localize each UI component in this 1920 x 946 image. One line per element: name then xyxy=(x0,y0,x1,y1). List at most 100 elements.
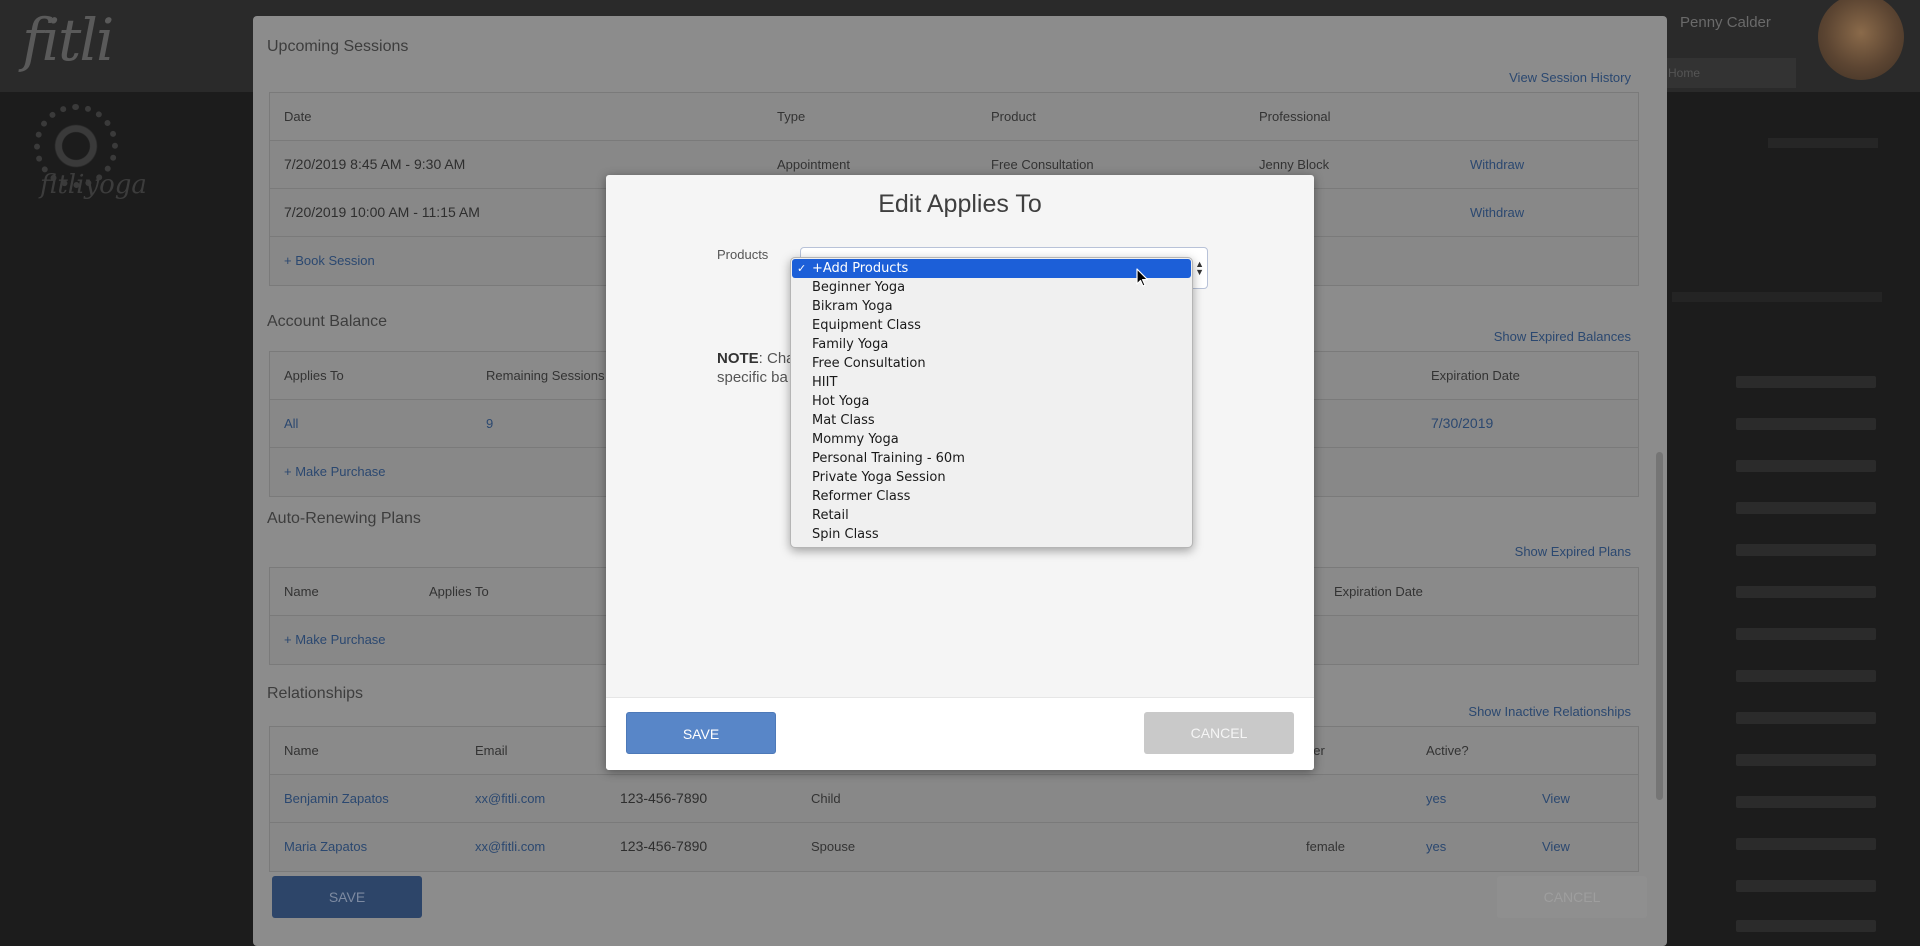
relation-phone: 123-456-7890 xyxy=(620,790,708,806)
column-header-applies-to[interactable]: Applies To xyxy=(284,368,344,383)
relation-type: Spouse xyxy=(811,839,856,854)
relation-view-link[interactable]: View xyxy=(1542,791,1570,806)
history-row[interactable] xyxy=(1736,586,1876,598)
history-row[interactable] xyxy=(1736,502,1876,514)
nav-tab-label: Home xyxy=(1668,66,1701,80)
sidebar-link[interactable] xyxy=(1768,138,1878,148)
select-arrows-icon: ▲ ▼ xyxy=(1195,259,1204,277)
dropdown-option[interactable]: Bikram Yoga xyxy=(792,297,1191,316)
history-row[interactable] xyxy=(1736,880,1876,892)
table-row: Maria Zapatos xx@fitli.com 123-456-7890 … xyxy=(270,823,1638,871)
column-header-date[interactable]: Date xyxy=(284,109,311,124)
column-header-type[interactable]: Type xyxy=(777,109,805,124)
dropdown-option[interactable]: Family Yoga xyxy=(792,335,1191,354)
products-dropdown-list[interactable]: ✓ +Add Products Beginner Yoga Bikram Yoga… xyxy=(790,257,1193,548)
table-row: Benjamin Zapatos xx@fitli.com 123-456-78… xyxy=(270,775,1638,823)
dropdown-option-add-products[interactable]: ✓ +Add Products xyxy=(792,259,1191,278)
note-label: NOTE xyxy=(717,350,759,367)
book-session-link[interactable]: + Book Session xyxy=(284,253,375,268)
history-row[interactable] xyxy=(1736,628,1876,640)
dropdown-option[interactable]: Free Consultation xyxy=(792,354,1191,373)
make-purchase-link[interactable]: + Make Purchase xyxy=(284,464,386,479)
remaining-sessions[interactable]: 9 xyxy=(486,416,493,431)
column-header-applies-to[interactable]: Applies To xyxy=(429,584,489,599)
studio-name: fitliyoga xyxy=(40,170,147,200)
relation-gender: female xyxy=(1306,839,1346,854)
make-purchase-link[interactable]: + Make Purchase xyxy=(284,632,386,647)
panel-save-button[interactable]: SAVE xyxy=(272,876,422,918)
relation-name-link[interactable]: Benjamin Zapatos xyxy=(284,791,389,806)
dropdown-option[interactable]: Spin Class xyxy=(792,525,1191,544)
panel-cancel-button[interactable]: CANCEL xyxy=(1497,876,1647,918)
relation-type: Child xyxy=(811,791,841,806)
dropdown-option[interactable]: Mat Class xyxy=(792,411,1191,430)
panel-scrollbar[interactable] xyxy=(1656,452,1663,800)
section-title-plans: Auto-Renewing Plans xyxy=(267,510,421,527)
app-logo[interactable]: fitli xyxy=(22,6,114,74)
history-row[interactable] xyxy=(1736,418,1876,430)
withdraw-link[interactable]: Withdraw xyxy=(1470,157,1524,172)
withdraw-link[interactable]: Withdraw xyxy=(1470,205,1524,220)
section-title-balance: Account Balance xyxy=(267,313,388,330)
dropdown-option[interactable]: Retail xyxy=(792,506,1191,525)
view-session-history-link[interactable]: View Session History xyxy=(1509,70,1631,85)
relation-phone: 123-456-7890 xyxy=(620,838,708,854)
show-expired-plans-link[interactable]: Show Expired Plans xyxy=(1515,544,1631,559)
applies-to-link[interactable]: All xyxy=(284,416,298,431)
show-inactive-relationships-link[interactable]: Show Inactive Relationships xyxy=(1468,704,1631,719)
history-row[interactable] xyxy=(1736,544,1876,556)
dropdown-option[interactable]: Hot Yoga xyxy=(792,392,1191,411)
relation-email-link[interactable]: xx@fitli.com xyxy=(475,791,545,806)
history-row[interactable] xyxy=(1736,670,1876,682)
session-product: Free Consultation xyxy=(991,157,1094,172)
session-date: 7/20/2019 10:00 AM - 11:15 AM xyxy=(284,204,480,220)
option-label: +Add Products xyxy=(812,261,909,276)
column-header-active[interactable]: Active? xyxy=(1426,743,1469,758)
dropdown-option[interactable]: HIIT xyxy=(792,373,1191,392)
modal-footer: SAVE CANCEL xyxy=(606,697,1314,770)
dropdown-option[interactable]: Private Yoga Session xyxy=(792,468,1191,487)
column-header-professional[interactable]: Professional xyxy=(1259,109,1331,124)
column-header-product[interactable]: Product xyxy=(991,109,1036,124)
dropdown-option[interactable]: Personal Training - 60m xyxy=(792,449,1191,468)
session-type: Appointment xyxy=(777,157,850,172)
cancel-button[interactable]: CANCEL xyxy=(1144,712,1294,754)
sidebar-link[interactable] xyxy=(1672,292,1882,302)
section-title-relationships: Relationships xyxy=(267,685,364,702)
history-row[interactable] xyxy=(1736,754,1876,766)
column-header-email[interactable]: Email xyxy=(475,743,508,758)
history-row[interactable] xyxy=(1736,376,1876,388)
relation-name-link[interactable]: Maria Zapatos xyxy=(284,839,367,854)
relation-active[interactable]: yes xyxy=(1426,839,1446,854)
dropdown-option[interactable]: Reformer Class xyxy=(792,487,1191,506)
products-label: Products xyxy=(717,247,769,262)
column-header-remaining[interactable]: Remaining Sessions xyxy=(486,368,605,383)
table-header: Date Type Product Professional xyxy=(270,93,1638,141)
relation-view-link[interactable]: View xyxy=(1542,839,1570,854)
history-row[interactable] xyxy=(1736,920,1876,932)
avatar[interactable] xyxy=(1818,0,1904,80)
history-row[interactable] xyxy=(1736,712,1876,724)
dropdown-option[interactable]: Mommy Yoga xyxy=(792,430,1191,449)
relation-email-link[interactable]: xx@fitli.com xyxy=(475,839,545,854)
history-row[interactable] xyxy=(1736,460,1876,472)
relation-active[interactable]: yes xyxy=(1426,791,1446,806)
history-row[interactable] xyxy=(1736,796,1876,808)
save-button[interactable]: SAVE xyxy=(626,712,776,754)
dropdown-option[interactable]: Beginner Yoga xyxy=(792,278,1191,297)
show-expired-balances-link[interactable]: Show Expired Balances xyxy=(1494,329,1631,344)
column-header-expiration[interactable]: Expiration Date xyxy=(1431,368,1520,383)
user-menu[interactable]: Penny Calder xyxy=(1680,14,1771,31)
history-row[interactable] xyxy=(1736,838,1876,850)
expiration-date[interactable]: 7/30/2019 xyxy=(1431,415,1493,431)
column-header-expiration[interactable]: Expiration Date xyxy=(1334,584,1423,599)
note-line-2: specific ba xyxy=(717,369,788,386)
checkmark-icon: ✓ xyxy=(797,262,807,275)
column-header-name[interactable]: Name xyxy=(284,743,319,758)
mouse-cursor-icon xyxy=(1136,268,1149,287)
session-date: 7/20/2019 8:45 AM - 9:30 AM xyxy=(284,156,466,172)
dropdown-option[interactable]: Equipment Class xyxy=(792,316,1191,335)
column-header-name[interactable]: Name xyxy=(284,584,319,599)
section-title-upcoming: Upcoming Sessions xyxy=(267,38,409,55)
session-professional: Jenny Block xyxy=(1259,157,1330,172)
